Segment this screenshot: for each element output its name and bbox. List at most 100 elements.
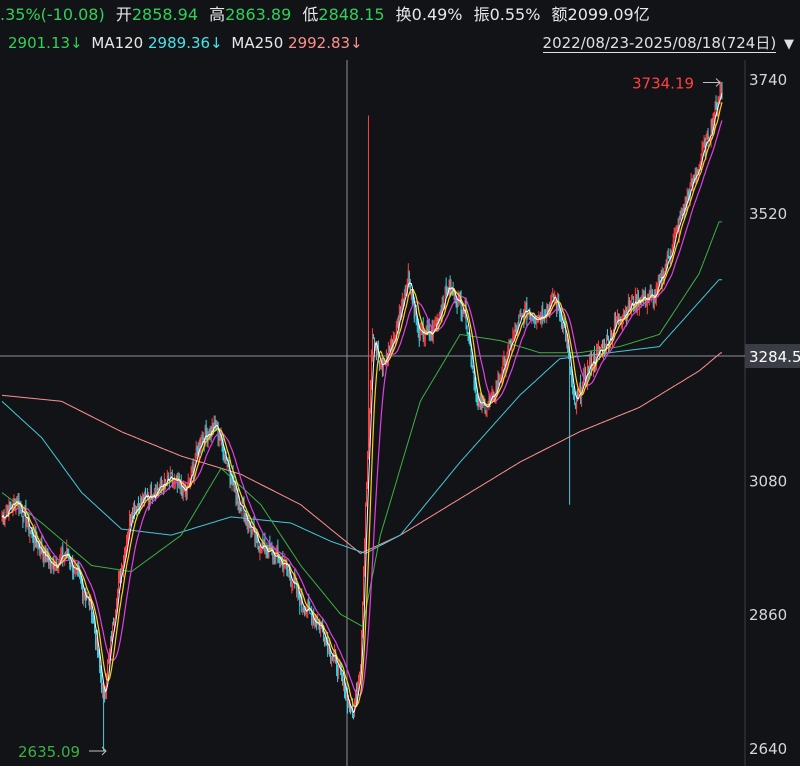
candle-body [157,488,159,491]
candle-body [390,337,392,349]
candle-body [205,424,207,434]
amount-value: 2099.09亿 [567,5,650,24]
candle-body [701,147,703,157]
candle-body [274,556,276,563]
candle-body [614,318,616,324]
candle-body [703,141,705,148]
open-label: 开 [115,5,132,24]
candle-body [371,334,373,355]
candle-body [488,398,490,403]
candle-body [434,323,436,326]
candle-body [160,477,162,487]
candle-body [13,499,15,501]
triangle-down-icon: ▼ [784,37,794,52]
candle-body [137,502,139,506]
candle-body [401,297,403,310]
candle-body [202,436,204,440]
candle-body [287,569,289,571]
candle-body [637,294,639,307]
ma120-value: 2989.36↓ [148,34,223,52]
candle-body [388,346,390,351]
candle-body [575,404,577,407]
amount-label: 额 [551,5,568,24]
candle-body [80,578,82,582]
candle-body [499,378,501,381]
candle-body [191,466,193,471]
candle-body [513,335,515,339]
candle-body [223,454,225,459]
candle-body [679,215,681,220]
candle-body [102,686,104,693]
candle-body [92,617,94,619]
candle-body [219,436,221,441]
candle-body [200,442,202,445]
candle-body [324,642,326,645]
candle-body [591,358,593,370]
candle-body [426,326,428,332]
candle-body [498,379,500,383]
candle-body [492,391,494,397]
candle-body [584,370,586,373]
candlestick-chart[interactable]: 3740 3520 3080 2860 2640 3284.5 3734.19 2635.0… [0,0,800,766]
candle-body [125,541,127,550]
candle-body [283,565,285,570]
candle-body [325,638,327,645]
candle-body [467,332,469,338]
candle-body [702,148,704,150]
candle-body [411,293,413,299]
candle-body [22,516,24,521]
candle-body [306,611,308,613]
candle-body [288,570,290,573]
candle-body [57,568,59,571]
candle-body [265,551,267,555]
candle-body [361,602,363,635]
candle-body [43,555,45,561]
candle-body [456,302,458,307]
candle-body [218,438,220,441]
candle-body [101,675,103,691]
candle-body [481,399,483,411]
candle-body [580,382,582,399]
ma-legend-bar: 2901.13↓ MA120 2989.36↓ MA250 2992.83↓ [0,30,363,56]
candle-body [297,588,299,596]
candle-body [559,310,561,318]
candles-layer [1,80,723,751]
candle-body [530,316,532,319]
candle-body [667,254,669,258]
date-range-selector[interactable]: 2022/08/23-2025/08/18(724日) ▼ [542,30,794,58]
candle-body [363,540,365,573]
candle-body [355,693,357,700]
candle-body [433,327,435,329]
candle-body [240,508,242,512]
candle-body [572,382,574,388]
candle-body [628,300,630,310]
candle-body [42,554,44,556]
candle-body [224,456,226,460]
candle-body [282,559,284,570]
candle-body [461,311,463,315]
candle-body [290,579,292,585]
candle-body [536,320,538,323]
candle-body [233,483,235,485]
high-value: 2863.89 [225,5,292,24]
candle-body [468,337,470,339]
ma120-label: MA120 [91,34,144,52]
candle-body [188,481,190,483]
date-range-text: 2022/08/23-2025/08/18(724日) [542,34,777,53]
candle-body [658,276,660,281]
candle-body [721,88,723,92]
candle-body [574,392,576,404]
y-axis: 3740 3520 3080 2860 2640 [749,71,787,758]
candle-body [573,388,575,393]
candle-body [119,573,121,581]
ma60-line [1,221,722,628]
candle-body [107,664,109,679]
candle-body [472,369,474,371]
candle-body [117,589,119,602]
candle-body [292,584,294,589]
candle-body [127,531,129,538]
candle-body [685,200,687,205]
candle-body [682,208,684,213]
candle-body [407,269,409,282]
candle-body [473,373,475,385]
